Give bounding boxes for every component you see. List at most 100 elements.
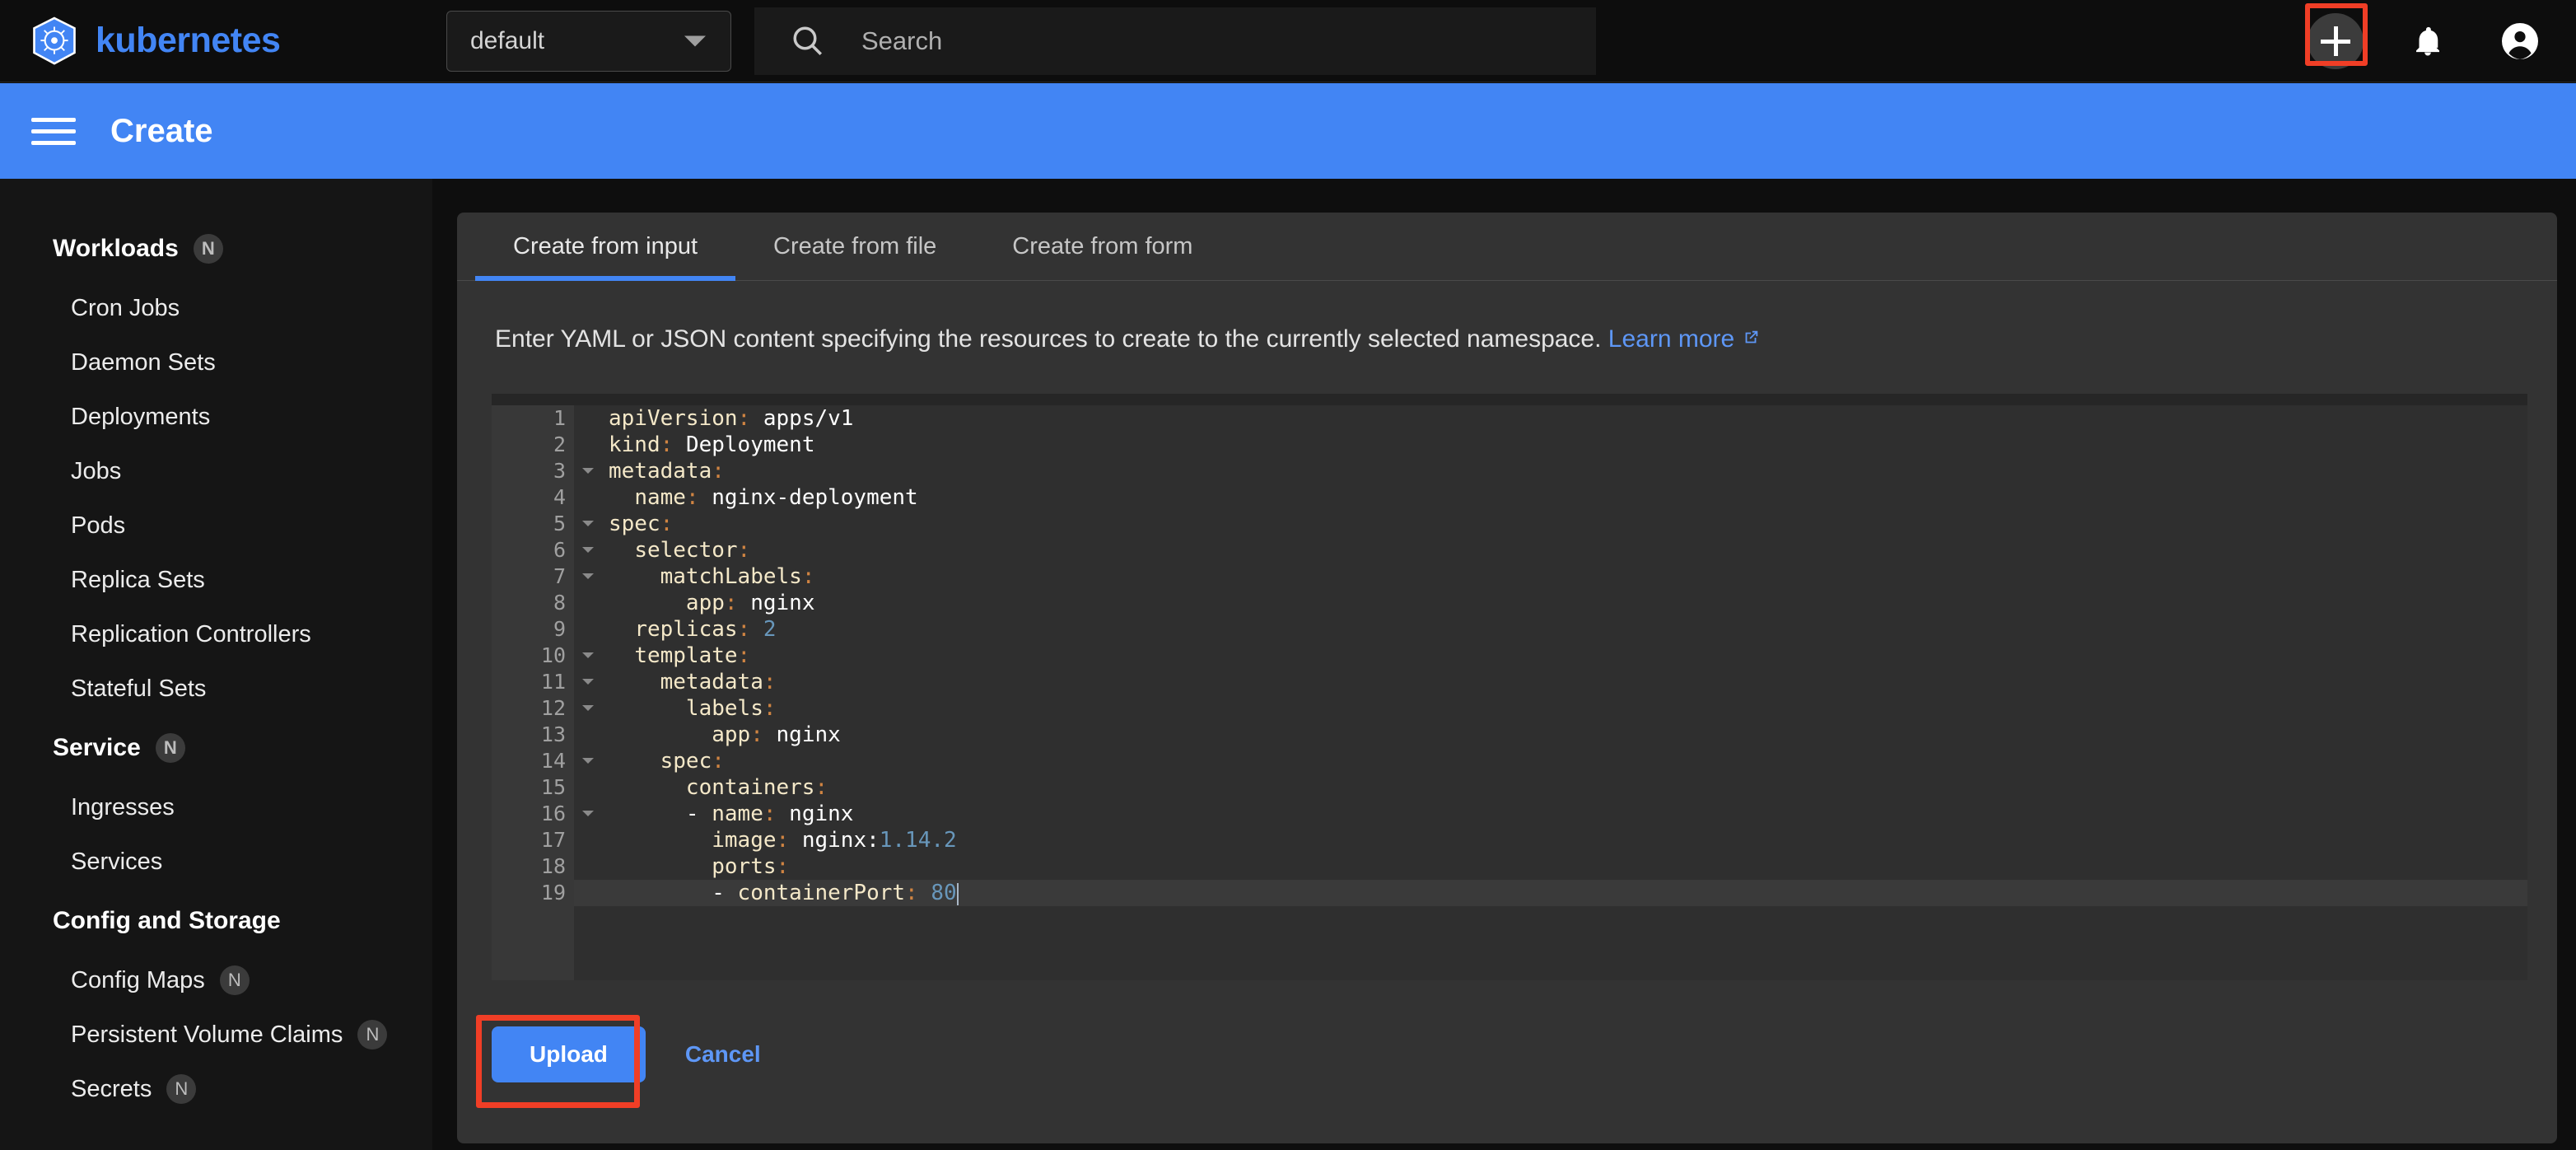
yaml-value: nginx: [789, 802, 853, 826]
bell-icon: [2410, 24, 2445, 58]
notifications-button[interactable]: [2400, 13, 2456, 69]
line-number: 14: [492, 748, 574, 774]
editor-description: Enter YAML or JSON content specifying th…: [495, 325, 2557, 353]
sidebar-item-label: Cron Jobs: [71, 295, 180, 322]
tab-create-from-file[interactable]: Create from file: [735, 233, 974, 280]
sidebar-item-secrets[interactable]: Secrets N: [0, 1062, 432, 1116]
code-line: apiVersion: apps/v1: [609, 405, 2527, 432]
sidebar-item-cron-jobs[interactable]: Cron Jobs: [0, 281, 432, 335]
tab-label: Create from file: [773, 233, 936, 259]
code-line: matchLabels:: [609, 563, 2527, 590]
search-bar[interactable]: Search: [754, 7, 1596, 75]
yaml-key: template: [634, 643, 737, 668]
line-number: 9: [492, 616, 574, 643]
namespace-value: default: [470, 27, 544, 55]
upload-button[interactable]: Upload: [492, 1026, 646, 1082]
line-number: 19: [492, 880, 574, 906]
line-number: 16: [492, 801, 574, 827]
sidebar-item-replication-controllers[interactable]: Replication Controllers: [0, 607, 432, 661]
chevron-down-icon: [684, 36, 706, 47]
code-line: selector:: [609, 537, 2527, 563]
line-number: 11: [492, 669, 574, 695]
sidebar-item-replica-sets[interactable]: Replica Sets: [0, 553, 432, 607]
sidebar-group-config-and-storage: Config and Storage: [0, 889, 432, 953]
line-number: 4: [492, 484, 574, 511]
yaml-value: 80: [931, 881, 956, 905]
editor-code-content[interactable]: apiVersion: apps/v1kind: Deploymentmetad…: [574, 405, 2527, 980]
editor-top-padding: [492, 394, 2527, 405]
yaml-key: image: [712, 828, 776, 853]
yaml-value: apps/v1: [763, 406, 854, 431]
sidebar-navigation[interactable]: WorkloadsNCron JobsDaemon SetsDeployment…: [0, 179, 432, 1150]
yaml-key: app: [712, 722, 750, 747]
form-actions: Upload Cancel: [492, 1026, 761, 1082]
yaml-key: containers: [686, 775, 815, 800]
code-line: spec:: [609, 748, 2527, 774]
account-button[interactable]: [2492, 13, 2548, 69]
namespaced-badge: N: [166, 1074, 196, 1104]
yaml-key: metadata: [609, 459, 712, 484]
sidebar-item-ingresses[interactable]: Ingresses: [0, 780, 432, 834]
sidebar-item-label: Deployments: [71, 404, 210, 431]
sidebar-item-label: Stateful Sets: [71, 676, 206, 703]
yaml-value: 2: [763, 617, 777, 642]
editor-line-number-gutter: 12345678910111213141516171819: [492, 405, 574, 980]
yaml-key: metadata: [660, 670, 763, 694]
tab-create-from-input[interactable]: Create from input: [475, 233, 735, 280]
yaml-key: replicas: [634, 617, 737, 642]
sidebar-item-label: Daemon Sets: [71, 349, 216, 376]
line-number: 8: [492, 590, 574, 616]
create-new-resource-button[interactable]: [2308, 13, 2364, 69]
yaml-key: spec: [660, 749, 712, 774]
brand-logo-area[interactable]: kubernetes: [31, 16, 280, 66]
line-number: 1: [492, 405, 574, 432]
yaml-key: spec: [609, 512, 660, 536]
sidebar-item-jobs[interactable]: Jobs: [0, 444, 432, 498]
sidebar-item-deployments[interactable]: Deployments: [0, 390, 432, 444]
namespace-selector[interactable]: default: [446, 11, 731, 72]
yaml-key: name: [634, 485, 686, 510]
yaml-key: containerPort: [738, 881, 906, 905]
gutter-filler: [492, 906, 574, 980]
code-line: image: nginx:1.14.2: [609, 827, 2527, 853]
yaml-value: nginx: [750, 591, 814, 615]
sidebar-item-config-maps[interactable]: Config MapsN: [0, 953, 432, 1007]
create-tabs[interactable]: Create from input Create from file Create …: [457, 213, 2557, 281]
account-circle-icon: [2500, 21, 2540, 61]
code-line: - name: nginx: [609, 801, 2527, 827]
sidebar-group-service: ServiceN: [0, 716, 432, 780]
sidebar-group-label: Service: [53, 734, 141, 762]
line-number: 12: [492, 695, 574, 722]
yaml-value: nginx-deployment: [712, 485, 917, 510]
sidebar-item-label: Secrets: [71, 1076, 152, 1103]
line-number: 13: [492, 722, 574, 748]
code-line: metadata:: [609, 458, 2527, 484]
line-number: 5: [492, 511, 574, 537]
learn-more-link[interactable]: Learn more: [1608, 325, 1760, 353]
line-number: 15: [492, 774, 574, 801]
yaml-value: nginx:: [802, 828, 880, 853]
sidebar-item-label: Pods: [71, 512, 125, 540]
yaml-key: app: [686, 591, 725, 615]
sidebar-item-label: Persistent Volume Claims: [71, 1021, 343, 1049]
hamburger-menu-icon[interactable]: [31, 110, 76, 152]
cancel-button[interactable]: Cancel: [685, 1041, 761, 1068]
line-number: 17: [492, 827, 574, 853]
yaml-code-editor[interactable]: 12345678910111213141516171819 apiVersion…: [492, 394, 2527, 980]
search-placeholder: Search: [861, 26, 942, 56]
sidebar-group-label: Config and Storage: [53, 907, 281, 935]
tab-create-from-form[interactable]: Create from form: [974, 233, 1230, 280]
sidebar-item-label: Services: [71, 848, 162, 876]
page-title: Create: [110, 113, 213, 150]
code-line: - containerPort: 80: [574, 880, 2527, 906]
sidebar-item-daemon-sets[interactable]: Daemon Sets: [0, 335, 432, 390]
sidebar-item-services[interactable]: Services: [0, 834, 432, 889]
yaml-key: name: [712, 802, 763, 826]
line-number: 3: [492, 458, 574, 484]
sidebar-item-pods[interactable]: Pods: [0, 498, 432, 553]
sidebar-item-label: Config Maps: [71, 967, 205, 994]
yaml-key: apiVersion: [609, 406, 738, 431]
sidebar-item-persistent-volume-claims[interactable]: Persistent Volume ClaimsN: [0, 1007, 432, 1062]
top-app-bar: kubernetes default Search: [0, 0, 2576, 82]
sidebar-item-stateful-sets[interactable]: Stateful Sets: [0, 661, 432, 716]
